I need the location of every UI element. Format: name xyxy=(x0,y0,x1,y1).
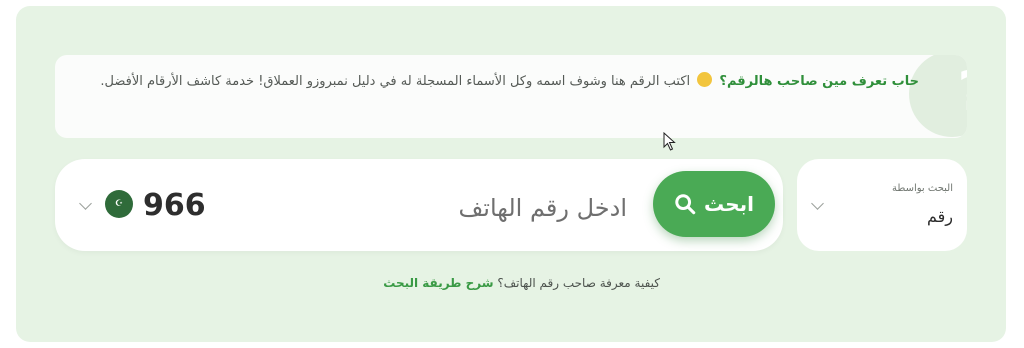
search-by-select[interactable]: البحث بواسطة رقم xyxy=(797,159,967,251)
info-body: اكتب الرقم هنا وشوف اسمه وكل الأسماء الم… xyxy=(100,74,691,89)
help-line: كيفية معرفة صاحب رقم الهاتف؟ شرح طريقة ا… xyxy=(365,276,660,290)
mouse-cursor-icon xyxy=(663,132,676,151)
help-link[interactable]: شرح طريقة البحث xyxy=(383,276,493,290)
country-code[interactable]: 966 xyxy=(143,185,206,227)
search-button-label: ابحث xyxy=(704,192,754,216)
question-icon: ? xyxy=(909,55,967,137)
info-text: حاب تعرف مين صاحب هالرقم؟ اكتب الرقم هنا… xyxy=(89,69,919,94)
phone-search-bar: ابحث 966 ☪ xyxy=(55,159,783,251)
search-icon xyxy=(675,194,696,215)
search-by-chevron-down-icon[interactable] xyxy=(811,197,824,210)
phone-number-input[interactable] xyxy=(225,187,629,229)
search-by-label: البحث بواسطة xyxy=(892,183,953,194)
search-by-value: رقم xyxy=(926,207,953,226)
thinking-emoji-icon xyxy=(697,72,713,87)
help-question: كيفية معرفة صاحب رقم الهاتف؟ xyxy=(497,276,660,290)
saudi-flag-icon[interactable]: ☪ xyxy=(105,190,133,218)
info-card: ? حاب تعرف مين صاحب هالرقم؟ اكتب الرقم ه… xyxy=(55,55,967,138)
search-button[interactable]: ابحث xyxy=(653,171,775,237)
country-chevron-down-icon[interactable] xyxy=(79,197,92,210)
info-highlight: حاب تعرف مين صاحب هالرقم؟ xyxy=(719,74,919,89)
